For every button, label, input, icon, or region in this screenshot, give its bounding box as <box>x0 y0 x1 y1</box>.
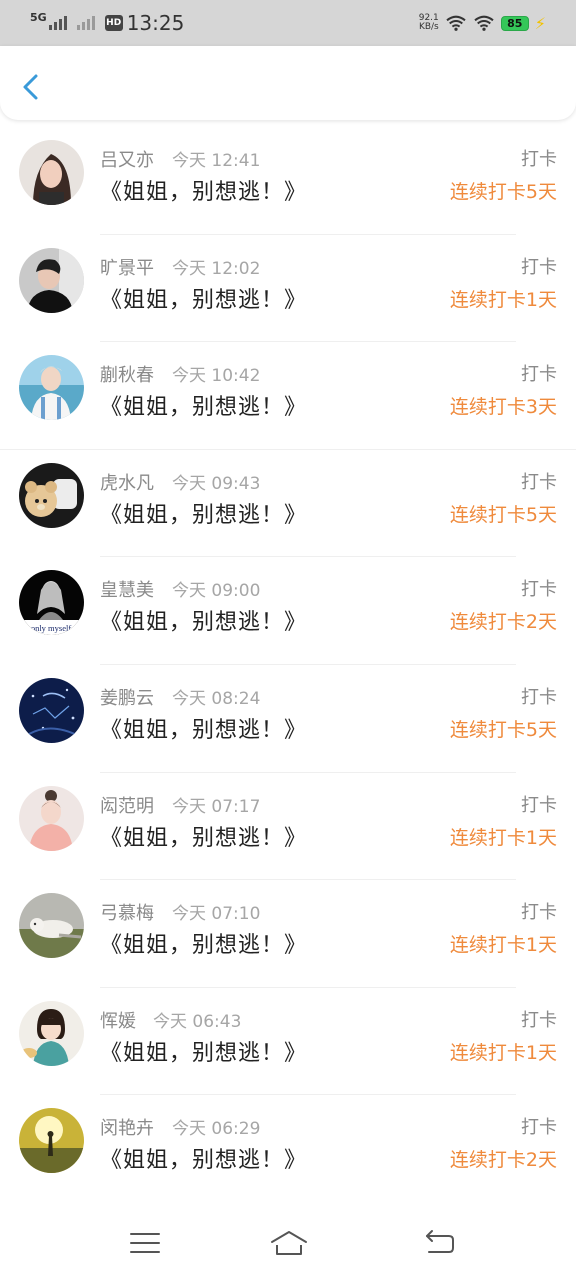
avatar-caption: only myself <box>31 623 72 633</box>
book-title: 《姐姐，别想逃！》 <box>100 610 308 636</box>
charging-icon: ⚡ <box>534 13 546 33</box>
list-item[interactable]: 姜鹏云 今天 08:24 《姐姐，别想逃！》 打卡 连续打卡5天 <box>0 665 576 773</box>
user-name: 旷景平 <box>100 257 154 279</box>
checkin-tag: 打卡 <box>521 579 557 601</box>
checkin-tag: 打卡 <box>521 364 557 386</box>
book-title: 《姐姐，别想逃！》 <box>100 825 308 851</box>
checkin-tag: 打卡 <box>521 1009 557 1031</box>
checkin-time: 今天 07:10 <box>172 904 261 925</box>
streak-label: 连续打卡1天 <box>449 934 557 957</box>
chevron-left-icon[interactable] <box>18 72 44 102</box>
wifi-icon <box>474 15 494 31</box>
checkin-tag: 打卡 <box>521 1117 557 1139</box>
list-item[interactable]: 闳范明 今天 07:17 《姐姐，别想逃！》 打卡 连续打卡1天 <box>0 773 576 881</box>
avatar[interactable] <box>19 1108 84 1174</box>
checkin-tag: 打卡 <box>521 256 557 278</box>
avatar[interactable] <box>19 1000 84 1066</box>
list-item[interactable]: 虎水凡 今天 09:43 《姐姐，别想逃！》 打卡 连续打卡5天 <box>0 450 576 558</box>
streak-label: 连续打卡1天 <box>449 1041 557 1064</box>
checkin-time: 今天 12:41 <box>172 151 261 171</box>
back-arrow-icon[interactable] <box>423 1228 457 1258</box>
book-title: 《姐姐，别想逃！》 <box>100 717 308 743</box>
avatar[interactable]: only myself <box>19 570 84 636</box>
checkin-tag: 打卡 <box>521 902 557 924</box>
streak-label: 连续打卡1天 <box>449 288 557 311</box>
menu-icon[interactable] <box>128 1228 162 1258</box>
user-name: 姜鹏云 <box>100 687 154 709</box>
list-item[interactable]: 弓慕梅 今天 07:10 《姐姐，别想逃！》 打卡 连续打卡1天 <box>0 880 576 988</box>
checkin-time: 今天 10:42 <box>172 366 261 387</box>
signal-icon <box>48 16 67 30</box>
user-name: 皇慧美 <box>100 580 154 602</box>
list-item[interactable]: 蒯秋春 今天 10:42 《姐姐，别想逃！》 打卡 连续打卡3天 <box>0 342 576 450</box>
avatar[interactable] <box>19 785 84 851</box>
network-speed: 92.1 KB/s <box>419 14 439 32</box>
signal-secondary-icon <box>76 16 95 30</box>
user-name: 弓慕梅 <box>100 903 154 925</box>
user-name: 蒯秋春 <box>100 365 154 387</box>
checkin-tag: 打卡 <box>521 794 557 816</box>
user-name: 闳范明 <box>100 795 154 817</box>
checkin-time: 今天 09:43 <box>172 473 261 494</box>
status-right: 92.1 KB/s 85 ⚡ <box>419 10 546 36</box>
streak-label: 连续打卡1天 <box>449 826 557 849</box>
checkin-list: 吕又亦 今天 12:41 《姐姐，别想逃！》 打卡 连续打卡5天 旷景平 今天 … <box>0 127 576 1203</box>
status-bar: 5G HD 13:25 92.1 KB/s 85 ⚡ <box>0 0 576 46</box>
list-item[interactable]: 吕又亦 今天 12:41 《姐姐，别想逃！》 打卡 连续打卡5天 <box>0 127 576 235</box>
avatar[interactable] <box>19 140 84 205</box>
list-item[interactable]: 恽媛 今天 06:43 《姐姐，别想逃！》 打卡 连续打卡1天 <box>0 988 576 1096</box>
user-name: 虎水凡 <box>100 472 154 494</box>
header <box>0 46 576 120</box>
avatar[interactable] <box>19 677 84 743</box>
checkin-tag: 打卡 <box>521 149 557 170</box>
list-item[interactable]: only myself 皇慧美 今天 09:00 《姐姐，别想逃！》 打卡 连续… <box>0 557 576 665</box>
avatar[interactable] <box>19 247 84 313</box>
streak-label: 连续打卡3天 <box>449 396 557 419</box>
checkin-time: 今天 07:17 <box>172 796 261 817</box>
streak-label: 连续打卡5天 <box>449 181 557 203</box>
checkin-tag: 打卡 <box>521 471 557 493</box>
book-title: 《姐姐，别想逃！》 <box>100 933 308 959</box>
checkin-time: 今天 06:43 <box>153 1011 242 1032</box>
avatar[interactable] <box>19 893 84 959</box>
book-title: 《姐姐，别想逃！》 <box>100 1040 308 1066</box>
wifi-transfer-icon <box>446 15 466 31</box>
user-name: 吕又亦 <box>100 150 154 171</box>
network-type: 5G <box>30 10 47 24</box>
streak-label: 连续打卡2天 <box>449 1149 557 1172</box>
list-item[interactable]: 闵艳卉 今天 06:29 《姐姐，别想逃！》 打卡 连续打卡2天 <box>0 1095 576 1203</box>
system-nav-bar <box>0 1200 576 1280</box>
hd-icon: HD <box>104 15 123 31</box>
user-name: 恽媛 <box>100 1010 136 1032</box>
checkin-tag: 打卡 <box>521 686 557 708</box>
home-icon[interactable] <box>270 1228 308 1258</box>
streak-label: 连续打卡2天 <box>449 611 557 634</box>
checkin-time: 今天 06:29 <box>172 1119 261 1140</box>
book-title: 《姐姐，别想逃！》 <box>100 287 308 313</box>
checkin-time: 今天 08:24 <box>172 688 261 709</box>
checkin-time: 今天 12:02 <box>172 258 261 279</box>
book-title: 《姐姐，别想逃！》 <box>100 502 308 528</box>
avatar[interactable] <box>19 462 84 528</box>
book-title: 《姐姐，别想逃！》 <box>100 395 308 421</box>
list-item[interactable]: 旷景平 今天 12:02 《姐姐，别想逃！》 打卡 连续打卡1天 <box>0 235 576 343</box>
status-left: 5G HD 13:25 <box>30 10 184 36</box>
book-title: 《姐姐，别想逃！》 <box>100 180 308 205</box>
network-speed-unit: KB/s <box>418 22 439 32</box>
avatar[interactable] <box>19 355 84 421</box>
user-name: 闵艳卉 <box>100 1118 154 1140</box>
checkin-time: 今天 09:00 <box>172 581 261 602</box>
clock: 13:25 <box>126 11 185 35</box>
book-title: 《姐姐，别想逃！》 <box>100 1148 308 1174</box>
battery-icon: 85 <box>500 15 529 31</box>
streak-label: 连续打卡5天 <box>449 718 557 741</box>
streak-label: 连续打卡5天 <box>449 503 557 526</box>
